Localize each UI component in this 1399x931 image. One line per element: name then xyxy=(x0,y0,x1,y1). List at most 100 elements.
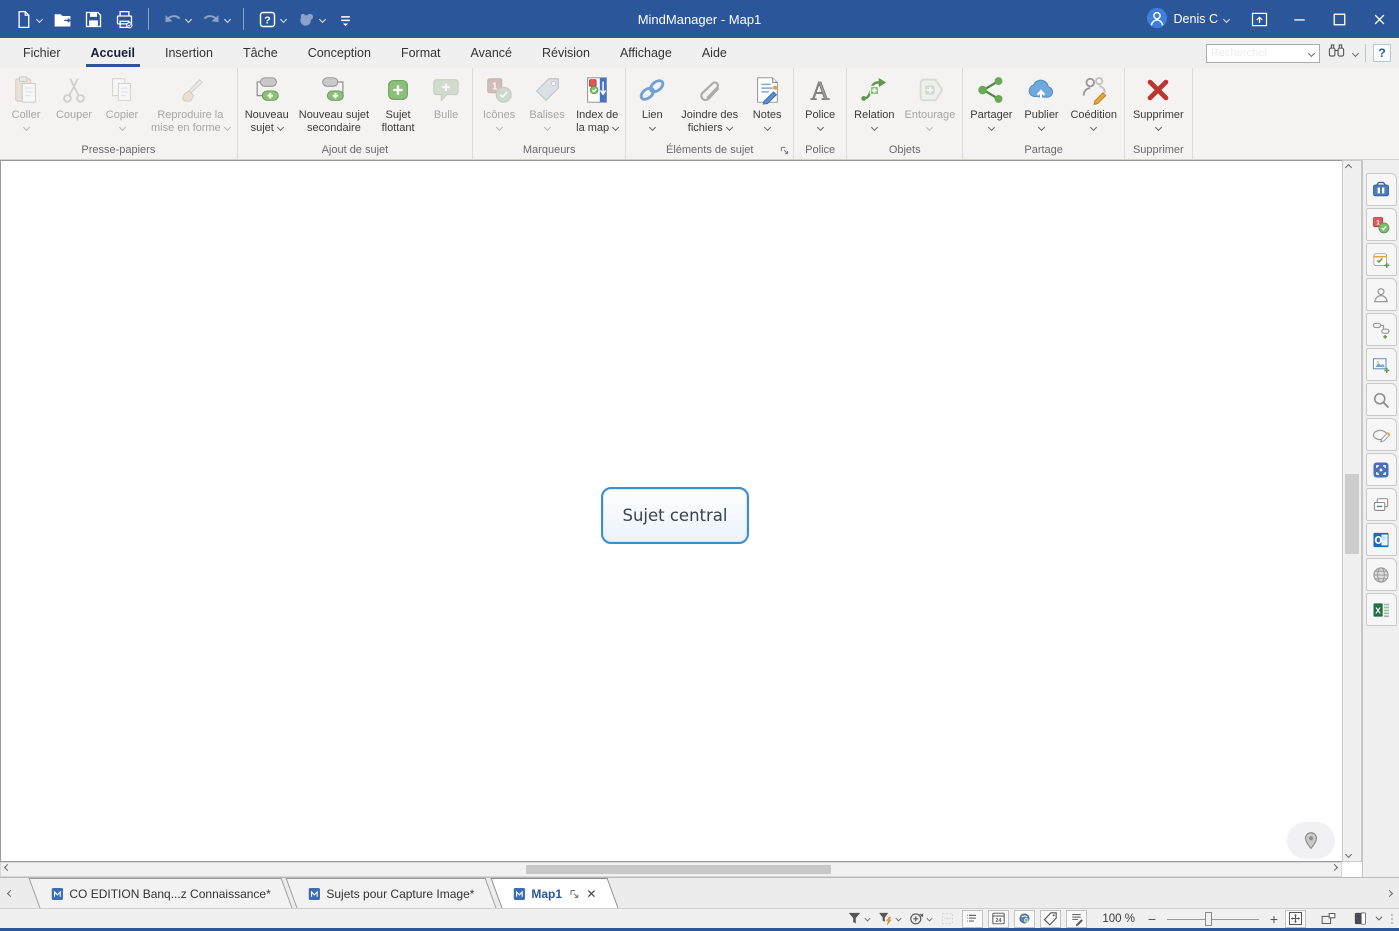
scroll-down-arrow[interactable] xyxy=(1346,852,1351,857)
vertical-scrollbar[interactable] xyxy=(1342,160,1362,862)
delete-button[interactable]: Supprimer xyxy=(1128,74,1189,131)
outline-view-button[interactable] xyxy=(962,910,983,928)
zoom-in-button[interactable]: + xyxy=(1268,911,1280,927)
pane-excel-button[interactable]: X xyxy=(1366,593,1397,626)
tab-scroll-left-arrow[interactable] xyxy=(0,878,20,908)
document-tab[interactable]: CO EDITION Banq...z Connaissance* xyxy=(29,878,293,908)
help-button[interactable]: ? xyxy=(254,6,289,32)
quick-filter-button[interactable] xyxy=(907,910,933,928)
ribbon-tab-aide[interactable]: Aide xyxy=(687,38,742,68)
pane-capture-pen-button[interactable] xyxy=(1366,418,1397,451)
new-document-button[interactable] xyxy=(10,6,45,32)
minimize-button[interactable] xyxy=(1279,0,1319,38)
print-button[interactable] xyxy=(111,6,138,32)
map-canvas[interactable]: Sujet central xyxy=(0,160,1342,862)
ribbon-display-options-button[interactable] xyxy=(1239,0,1279,38)
help-button[interactable]: ? xyxy=(1373,44,1391,62)
resize-grip[interactable] xyxy=(1391,914,1393,924)
fit-map-button[interactable] xyxy=(1285,910,1306,928)
pane-image-library-button[interactable] xyxy=(1366,348,1397,381)
link-button[interactable]: Lien xyxy=(628,74,676,131)
chevron-down-icon[interactable] xyxy=(1308,49,1315,56)
chevron-down-icon[interactable] xyxy=(896,915,902,921)
central-topic[interactable]: Sujet central xyxy=(601,487,749,544)
chevron-down-icon[interactable] xyxy=(319,15,326,22)
location-pin-button[interactable] xyxy=(1287,822,1335,859)
search-box[interactable] xyxy=(1206,44,1320,63)
pane-snippets-button[interactable] xyxy=(1366,488,1397,521)
map-index-button[interactable]: Index dela map xyxy=(571,74,623,135)
find-icon[interactable] xyxy=(1327,41,1346,65)
format-painter-button: Reproduire lamise en forme xyxy=(146,74,235,135)
document-tab[interactable]: Sujets pour Capture Image* xyxy=(286,878,497,908)
pane-focus-mode-button[interactable] xyxy=(1366,453,1397,486)
chevron-down-icon[interactable] xyxy=(927,915,933,921)
ribbon-tab-format[interactable]: Format xyxy=(386,38,456,68)
ribbon-tab-conception[interactable]: Conception xyxy=(293,38,386,68)
power-filter-button[interactable] xyxy=(876,910,902,928)
pane-map-parts-button[interactable] xyxy=(1366,313,1397,346)
chevron-down-icon[interactable] xyxy=(1352,49,1359,56)
chevron-down-icon[interactable] xyxy=(224,15,231,22)
chevron-down-icon[interactable] xyxy=(36,15,43,22)
zoom-slider[interactable] xyxy=(1167,911,1259,927)
floating-topic-button[interactable]: Sujetflottant xyxy=(374,74,422,135)
dialog-launcher-button[interactable] xyxy=(779,145,790,156)
pane-search-pane-button[interactable] xyxy=(1366,383,1397,416)
ribbon-tab-accueil[interactable]: Accueil xyxy=(76,38,150,68)
zoom-slider-thumb[interactable] xyxy=(1205,912,1212,926)
close-button[interactable] xyxy=(1359,0,1399,38)
copy-icon xyxy=(107,75,137,105)
new-topic-button[interactable]: Nouveausujet xyxy=(240,74,294,135)
scroll-right-arrow[interactable] xyxy=(1332,865,1337,870)
pane-outlook-button[interactable] xyxy=(1366,523,1397,556)
schedule-view-button[interactable]: 24 xyxy=(988,910,1009,928)
chevron-down-icon[interactable] xyxy=(865,915,871,921)
pane-map-markers-button[interactable]: 1 xyxy=(1366,208,1397,241)
publish-button[interactable]: Publier xyxy=(1017,74,1065,131)
ribbon-tab-revision[interactable]: Révision xyxy=(527,38,605,68)
pane-web-browser-button[interactable] xyxy=(1366,558,1397,591)
chevron-down-icon[interactable] xyxy=(280,15,287,22)
ribbon-tab-tache[interactable]: Tâche xyxy=(228,38,293,68)
ribbon-tab-fichier[interactable]: Fichier xyxy=(8,38,76,68)
customize-toolbar-button[interactable] xyxy=(332,6,359,32)
document-tab-label: Sujets pour Capture Image* xyxy=(327,887,475,901)
notes-view-button[interactable] xyxy=(1066,910,1087,928)
panel-layout-button[interactable] xyxy=(1351,910,1370,928)
close-tab-icon[interactable]: ✕ xyxy=(585,887,595,901)
scroll-up-arrow[interactable] xyxy=(1346,165,1351,170)
ribbon-tab-avance[interactable]: Avancé xyxy=(456,38,527,68)
search-input[interactable] xyxy=(1207,46,1303,61)
save-button[interactable] xyxy=(80,6,107,32)
icon-view-button[interactable] xyxy=(1014,910,1035,928)
filter-button[interactable] xyxy=(845,910,871,928)
pane-my-maps-button[interactable] xyxy=(1366,173,1397,206)
chevron-down-icon[interactable] xyxy=(1375,914,1382,921)
zoom-out-button[interactable]: − xyxy=(1146,911,1158,927)
new-subtopic-button[interactable]: Nouveau sujetsecondaire xyxy=(294,74,374,135)
account-menu[interactable]: Denis C xyxy=(1136,7,1239,32)
relationship-button[interactable]: Relation xyxy=(849,74,899,131)
notes-button[interactable]: Notes xyxy=(743,74,791,131)
open-file-button[interactable] xyxy=(49,6,76,32)
pane-task-info-button[interactable] xyxy=(1366,243,1397,276)
balance-map-button[interactable] xyxy=(1319,910,1338,928)
popout-tab-icon[interactable] xyxy=(567,888,579,900)
tag-view-button[interactable] xyxy=(1040,910,1061,928)
vertical-scrollbar-thumb[interactable] xyxy=(1345,474,1359,554)
coediting-button[interactable]: Coédition xyxy=(1065,74,1121,131)
ribbon-tab-insertion[interactable]: Insertion xyxy=(150,38,228,68)
share-button[interactable]: Partager xyxy=(965,74,1017,131)
font-button[interactable]: APolice xyxy=(796,74,844,131)
tab-scroll-right-arrow[interactable] xyxy=(1379,878,1399,908)
attach-files-button[interactable]: Joindre desfichiers xyxy=(676,74,743,135)
horizontal-scrollbar[interactable] xyxy=(0,862,1342,877)
document-tab[interactable]: Map1✕ xyxy=(490,878,618,908)
horizontal-scrollbar-thumb[interactable] xyxy=(526,865,831,874)
scroll-left-arrow[interactable] xyxy=(5,865,10,870)
ribbon-tab-affichage[interactable]: Affichage xyxy=(605,38,687,68)
pane-resources-button[interactable] xyxy=(1366,278,1397,311)
chevron-down-icon[interactable] xyxy=(185,15,192,22)
maximize-button[interactable] xyxy=(1319,0,1359,38)
